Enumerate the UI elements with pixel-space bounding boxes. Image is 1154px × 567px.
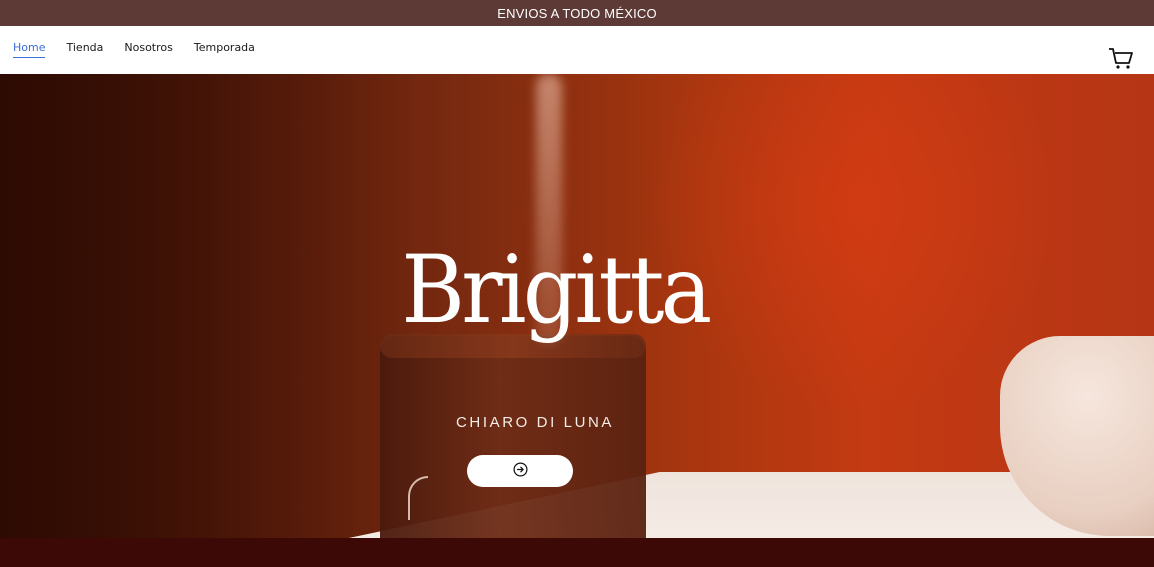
site-header: Home Tienda Nosotros Temporada xyxy=(0,26,1154,74)
hero-subtitle: CHIARO DI LUNA xyxy=(455,414,615,431)
main-nav: Home Tienda Nosotros Temporada xyxy=(13,41,276,58)
nav-item-temporada[interactable]: Temporada xyxy=(194,41,255,58)
nav-item-tienda[interactable]: Tienda xyxy=(66,41,103,58)
nav-item-home[interactable]: Home xyxy=(13,41,46,58)
hero-background-shadow xyxy=(0,74,420,538)
announcement-text: ENVIOS A TODO MÉXICO xyxy=(497,5,657,21)
hero-brand-title: Brigitta xyxy=(388,244,714,338)
next-section-band xyxy=(0,538,1154,567)
brand-name: Brigitta xyxy=(401,236,712,345)
announcement-bar: ENVIOS A TODO MÉXICO xyxy=(0,0,1154,26)
hero-cta-button[interactable] xyxy=(467,455,573,487)
shopping-cart-icon[interactable] xyxy=(1108,47,1134,71)
nav-item-nosotros[interactable]: Nosotros xyxy=(124,41,172,58)
arrow-right-circle-icon xyxy=(512,462,528,480)
